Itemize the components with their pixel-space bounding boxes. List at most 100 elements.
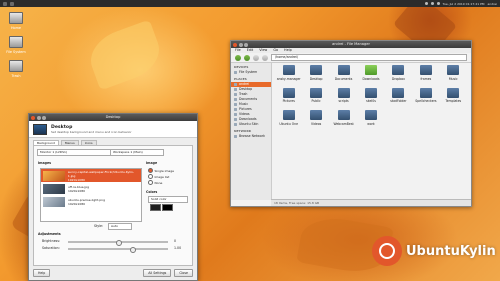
- minimize-icon[interactable]: [36, 115, 41, 120]
- menu-edit[interactable]: Edit: [247, 48, 254, 53]
- file-item[interactable]: Documents: [330, 65, 357, 81]
- folder-icon: [419, 87, 432, 98]
- battery-icon[interactable]: [436, 2, 440, 5]
- close-icon[interactable]: [233, 42, 237, 47]
- templates-folder-icon: [447, 87, 460, 98]
- single-image-radio[interactable]: Single image: [148, 168, 174, 173]
- saturation-slider[interactable]: [68, 246, 168, 253]
- top-panel: Tue, Jul 2 2019 01:17:21 PM andrei: [0, 0, 500, 7]
- sidebar-item-ubuntu-skin[interactable]: Ubuntu Skin: [231, 122, 271, 127]
- workspace-select[interactable]: Workspace 1 (Main): [110, 149, 164, 156]
- forward-arrow-icon[interactable]: [244, 54, 250, 61]
- help-button[interactable]: Help: [33, 269, 51, 277]
- sidebar-header-network: NETWORK: [234, 129, 252, 133]
- sidebar-item-browse-network[interactable]: Browse Network: [231, 134, 271, 139]
- folder-icon: [337, 87, 350, 98]
- close-button[interactable]: Close: [174, 269, 193, 277]
- sidebar-header-devices: DEVICES: [234, 65, 249, 69]
- file-item[interactable]: Pictures: [275, 87, 302, 103]
- back-arrow-icon[interactable]: [235, 54, 241, 61]
- saturation-value: 1.00: [174, 246, 182, 250]
- file-item[interactable]: frames: [412, 65, 439, 81]
- location-bar[interactable]: /home/andrei/: [271, 54, 467, 61]
- style-select[interactable]: Auto: [108, 223, 132, 230]
- sidebar-item-filesystem[interactable]: File System: [231, 70, 271, 75]
- colors-select[interactable]: Solid color: [148, 196, 188, 203]
- file-item[interactable]: work: [357, 110, 384, 126]
- file-item[interactable]: ansky-manager: [275, 65, 302, 81]
- user-name[interactable]: andrei: [488, 2, 498, 6]
- images-label: Images: [38, 161, 51, 165]
- list-item[interactable]: uff.ra.blue.jpg 1920x1080: [41, 182, 141, 195]
- trash-icon: [9, 60, 23, 72]
- file-item[interactable]: Ubuntu One: [275, 110, 302, 126]
- file-item[interactable]: scripts: [330, 87, 357, 103]
- folder-icon: [392, 87, 405, 98]
- list-item[interactable]: ubuntu-precise-light.png 1920x1080: [41, 195, 141, 208]
- clock[interactable]: Tue, Jul 2 2019 01:17:21 PM: [443, 2, 485, 6]
- close-icon[interactable]: [31, 115, 35, 120]
- videos-folder-icon: [310, 110, 323, 120]
- menu-help[interactable]: Help: [284, 48, 292, 53]
- file-item[interactable]: Spellcheckers: [412, 87, 439, 103]
- minimize-icon[interactable]: [238, 42, 243, 47]
- home-folder-icon: [9, 12, 23, 24]
- desktop-icon-trash[interactable]: Trash: [3, 60, 29, 78]
- color-swatch-2[interactable]: [162, 204, 173, 211]
- maximize-icon[interactable]: [42, 115, 46, 120]
- ubuntukylin-logo-icon: [372, 236, 402, 266]
- folder-icon: [337, 110, 350, 120]
- brightness-slider[interactable]: [68, 239, 168, 246]
- file-item[interactable]: skel0s: [357, 87, 384, 103]
- file-item[interactable]: Dropbox: [385, 65, 412, 81]
- adjustments-label: Adjustments: [38, 232, 61, 236]
- sidebar: DEVICES File System PLACES andrei Deskto…: [231, 63, 272, 200]
- dialog-header: Desktop Set desktop background and menu …: [29, 121, 197, 138]
- all-settings-button[interactable]: All Settings: [143, 269, 172, 277]
- folder-icon: [282, 110, 295, 120]
- wallpaper-thumbnail: [43, 183, 65, 194]
- file-item[interactable]: WebcamBest: [330, 110, 357, 126]
- sidebar-header-places: PLACES: [234, 77, 247, 81]
- none-radio[interactable]: None: [148, 180, 162, 185]
- applications-menu-icon[interactable]: [3, 1, 7, 6]
- monitor-select[interactable]: Monitor 1 (LVDS1): [37, 149, 111, 156]
- folder-icon: [310, 65, 323, 75]
- up-arrow-icon[interactable]: [253, 54, 259, 61]
- menu-file[interactable]: File: [235, 48, 241, 53]
- home-icon[interactable]: [262, 54, 268, 61]
- list-item[interactable]: sunny-capital-wallpaper-Flickr/Ubuntu-Ky…: [41, 169, 141, 182]
- image-label: Image: [146, 161, 158, 165]
- brightness-label: Brightness:: [42, 239, 61, 243]
- volume-icon[interactable]: [430, 2, 434, 5]
- file-item[interactable]: Public: [302, 87, 329, 103]
- folder-icon: [310, 87, 323, 98]
- dialog-titlebar[interactable]: Desktop: [29, 114, 197, 121]
- color-swatch-1[interactable]: [150, 204, 161, 211]
- dialog-title: Desktop: [105, 115, 121, 119]
- wallpaper-thumbnail: [43, 170, 65, 181]
- status-bar: 18 items, Free space: 15.8 GB: [271, 199, 471, 206]
- menu-view[interactable]: View: [259, 48, 267, 53]
- file-item[interactable]: Music: [440, 65, 467, 81]
- file-item[interactable]: Desktop: [302, 65, 329, 81]
- wallpaper-thumbnail: [43, 196, 65, 207]
- file-manager-titlebar[interactable]: andrei - File Manager: [231, 41, 471, 48]
- file-item[interactable]: stadFolder: [385, 87, 412, 103]
- desktop-settings-dialog: Desktop Desktop Set desktop background a…: [28, 113, 198, 281]
- menu-go[interactable]: Go: [273, 48, 278, 53]
- file-item[interactable]: Videos: [302, 110, 329, 126]
- toolbar: /home/andrei/: [231, 53, 471, 63]
- workspace-icon[interactable]: [10, 1, 14, 6]
- image-list-radio[interactable]: Image list: [148, 174, 169, 179]
- folder-icon: [419, 65, 432, 75]
- folder-icon: [337, 65, 350, 75]
- maximize-icon[interactable]: [244, 42, 248, 47]
- file-item[interactable]: Templates: [440, 87, 467, 103]
- desktop-icon-home[interactable]: Home: [3, 12, 29, 30]
- desktop-icon-filesystem[interactable]: File System: [3, 36, 29, 54]
- file-item[interactable]: Downloads: [357, 65, 384, 81]
- desktop-icon: [33, 123, 47, 135]
- header-subtitle: Set desktop background and menu and icon…: [51, 129, 132, 134]
- network-icon[interactable]: [424, 2, 428, 5]
